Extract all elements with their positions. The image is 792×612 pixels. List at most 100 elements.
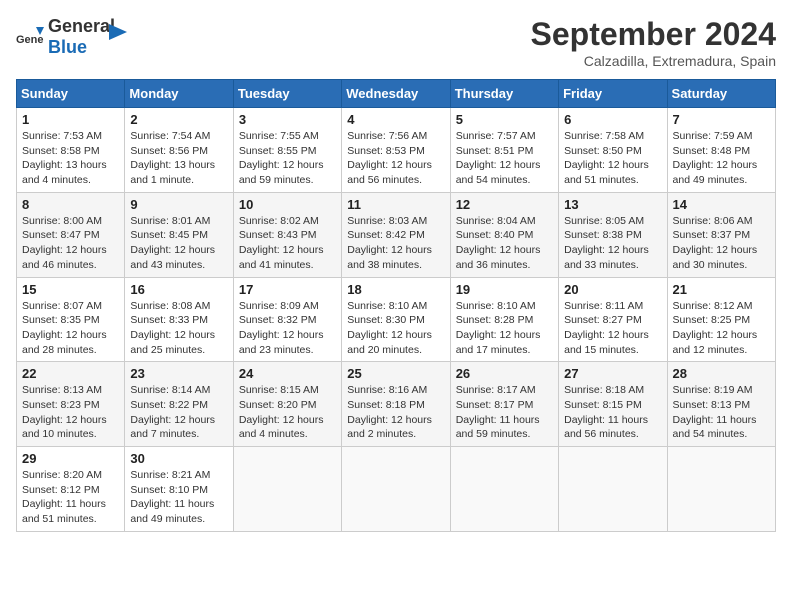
day-info: Sunrise: 8:08 AM Sunset: 8:33 PM Dayligh… (130, 299, 227, 358)
sunrise-label: Sunrise: 8:17 AM (456, 384, 536, 396)
sunrise-label: Sunrise: 8:15 AM (239, 384, 319, 396)
sunrise-label: Sunrise: 7:54 AM (130, 130, 210, 142)
calendar-cell: 9 Sunrise: 8:01 AM Sunset: 8:45 PM Dayli… (125, 192, 233, 277)
daylight-label: Daylight: 11 hours and 54 minutes. (673, 414, 757, 441)
sunrise-label: Sunrise: 8:03 AM (347, 215, 427, 227)
calendar-cell: 11 Sunrise: 8:03 AM Sunset: 8:42 PM Dayl… (342, 192, 450, 277)
calendar-cell: 27 Sunrise: 8:18 AM Sunset: 8:15 PM Dayl… (559, 362, 667, 447)
sunrise-label: Sunrise: 8:18 AM (564, 384, 644, 396)
sunset-label: Sunset: 8:42 PM (347, 229, 425, 241)
daylight-label: Daylight: 12 hours and 25 minutes. (130, 329, 215, 356)
sunset-label: Sunset: 8:45 PM (130, 229, 208, 241)
sunrise-label: Sunrise: 8:02 AM (239, 215, 319, 227)
sunset-label: Sunset: 8:28 PM (456, 314, 534, 326)
calendar-cell: 8 Sunrise: 8:00 AM Sunset: 8:47 PM Dayli… (17, 192, 125, 277)
day-info: Sunrise: 8:01 AM Sunset: 8:45 PM Dayligh… (130, 214, 227, 273)
daylight-label: Daylight: 12 hours and 15 minutes. (564, 329, 649, 356)
calendar-cell: 24 Sunrise: 8:15 AM Sunset: 8:20 PM Dayl… (233, 362, 341, 447)
day-info: Sunrise: 8:04 AM Sunset: 8:40 PM Dayligh… (456, 214, 553, 273)
calendar-cell: 2 Sunrise: 7:54 AM Sunset: 8:56 PM Dayli… (125, 108, 233, 193)
calendar-cell: 5 Sunrise: 7:57 AM Sunset: 8:51 PM Dayli… (450, 108, 558, 193)
logo-flag-icon (109, 24, 127, 46)
day-info: Sunrise: 8:02 AM Sunset: 8:43 PM Dayligh… (239, 214, 336, 273)
sunset-label: Sunset: 8:13 PM (673, 399, 751, 411)
svg-text:General: General (16, 34, 44, 46)
sunrise-label: Sunrise: 8:19 AM (673, 384, 753, 396)
day-info: Sunrise: 8:10 AM Sunset: 8:30 PM Dayligh… (347, 299, 444, 358)
calendar-cell: 22 Sunrise: 8:13 AM Sunset: 8:23 PM Dayl… (17, 362, 125, 447)
daylight-label: Daylight: 12 hours and 4 minutes. (239, 414, 324, 441)
sunrise-label: Sunrise: 7:53 AM (22, 130, 102, 142)
sunset-label: Sunset: 8:37 PM (673, 229, 751, 241)
sunrise-label: Sunrise: 7:58 AM (564, 130, 644, 142)
day-number: 25 (347, 366, 444, 381)
daylight-label: Daylight: 13 hours and 4 minutes. (22, 159, 107, 186)
sunset-label: Sunset: 8:35 PM (22, 314, 100, 326)
day-number: 24 (239, 366, 336, 381)
col-monday: Monday (125, 80, 233, 108)
logo-general-text: General (48, 16, 115, 36)
sunset-label: Sunset: 8:48 PM (673, 145, 751, 157)
day-number: 27 (564, 366, 661, 381)
col-tuesday: Tuesday (233, 80, 341, 108)
sunrise-label: Sunrise: 8:11 AM (564, 300, 643, 312)
daylight-label: Daylight: 11 hours and 56 minutes. (564, 414, 648, 441)
day-info: Sunrise: 8:18 AM Sunset: 8:15 PM Dayligh… (564, 383, 661, 442)
col-wednesday: Wednesday (342, 80, 450, 108)
calendar-cell: 19 Sunrise: 8:10 AM Sunset: 8:28 PM Dayl… (450, 277, 558, 362)
calendar-cell: 16 Sunrise: 8:08 AM Sunset: 8:33 PM Dayl… (125, 277, 233, 362)
sunrise-label: Sunrise: 8:06 AM (673, 215, 753, 227)
day-number: 15 (22, 282, 119, 297)
day-number: 28 (673, 366, 770, 381)
sunrise-label: Sunrise: 8:16 AM (347, 384, 427, 396)
daylight-label: Daylight: 12 hours and 20 minutes. (347, 329, 432, 356)
day-info: Sunrise: 8:03 AM Sunset: 8:42 PM Dayligh… (347, 214, 444, 273)
day-info: Sunrise: 7:56 AM Sunset: 8:53 PM Dayligh… (347, 129, 444, 188)
sunset-label: Sunset: 8:50 PM (564, 145, 642, 157)
daylight-label: Daylight: 12 hours and 54 minutes. (456, 159, 541, 186)
logo-icon: General (16, 23, 44, 51)
sunset-label: Sunset: 8:10 PM (130, 484, 208, 496)
calendar-table: Sunday Monday Tuesday Wednesday Thursday… (16, 79, 776, 532)
sunrise-label: Sunrise: 8:04 AM (456, 215, 536, 227)
day-number: 1 (22, 112, 119, 127)
day-number: 10 (239, 197, 336, 212)
sunrise-label: Sunrise: 8:10 AM (347, 300, 427, 312)
day-info: Sunrise: 8:16 AM Sunset: 8:18 PM Dayligh… (347, 383, 444, 442)
calendar-cell: 6 Sunrise: 7:58 AM Sunset: 8:50 PM Dayli… (559, 108, 667, 193)
day-info: Sunrise: 8:07 AM Sunset: 8:35 PM Dayligh… (22, 299, 119, 358)
daylight-label: Daylight: 12 hours and 7 minutes. (130, 414, 215, 441)
daylight-label: Daylight: 12 hours and 2 minutes. (347, 414, 432, 441)
calendar-row: 22 Sunrise: 8:13 AM Sunset: 8:23 PM Dayl… (17, 362, 776, 447)
page-header: General General Blue September 2024 Calz… (16, 16, 776, 69)
day-info: Sunrise: 7:58 AM Sunset: 8:50 PM Dayligh… (564, 129, 661, 188)
calendar-row: 15 Sunrise: 8:07 AM Sunset: 8:35 PM Dayl… (17, 277, 776, 362)
sunset-label: Sunset: 8:15 PM (564, 399, 642, 411)
day-number: 23 (130, 366, 227, 381)
day-info: Sunrise: 8:09 AM Sunset: 8:32 PM Dayligh… (239, 299, 336, 358)
daylight-label: Daylight: 12 hours and 10 minutes. (22, 414, 107, 441)
logo: General General Blue (16, 16, 127, 58)
calendar-row: 29 Sunrise: 8:20 AM Sunset: 8:12 PM Dayl… (17, 447, 776, 532)
daylight-label: Daylight: 12 hours and 38 minutes. (347, 244, 432, 271)
calendar-cell: 12 Sunrise: 8:04 AM Sunset: 8:40 PM Dayl… (450, 192, 558, 277)
day-number: 29 (22, 451, 119, 466)
day-info: Sunrise: 8:10 AM Sunset: 8:28 PM Dayligh… (456, 299, 553, 358)
calendar-cell: 15 Sunrise: 8:07 AM Sunset: 8:35 PM Dayl… (17, 277, 125, 362)
day-info: Sunrise: 8:13 AM Sunset: 8:23 PM Dayligh… (22, 383, 119, 442)
daylight-label: Daylight: 12 hours and 30 minutes. (673, 244, 758, 271)
sunrise-label: Sunrise: 8:07 AM (22, 300, 102, 312)
daylight-label: Daylight: 12 hours and 23 minutes. (239, 329, 324, 356)
sunrise-label: Sunrise: 8:05 AM (564, 215, 644, 227)
calendar-cell (233, 447, 341, 532)
calendar-cell: 23 Sunrise: 8:14 AM Sunset: 8:22 PM Dayl… (125, 362, 233, 447)
sunset-label: Sunset: 8:55 PM (239, 145, 317, 157)
calendar-cell: 20 Sunrise: 8:11 AM Sunset: 8:27 PM Dayl… (559, 277, 667, 362)
day-info: Sunrise: 7:54 AM Sunset: 8:56 PM Dayligh… (130, 129, 227, 188)
sunset-label: Sunset: 8:27 PM (564, 314, 642, 326)
day-number: 20 (564, 282, 661, 297)
day-info: Sunrise: 8:15 AM Sunset: 8:20 PM Dayligh… (239, 383, 336, 442)
sunrise-label: Sunrise: 8:09 AM (239, 300, 319, 312)
day-number: 7 (673, 112, 770, 127)
calendar-cell: 3 Sunrise: 7:55 AM Sunset: 8:55 PM Dayli… (233, 108, 341, 193)
